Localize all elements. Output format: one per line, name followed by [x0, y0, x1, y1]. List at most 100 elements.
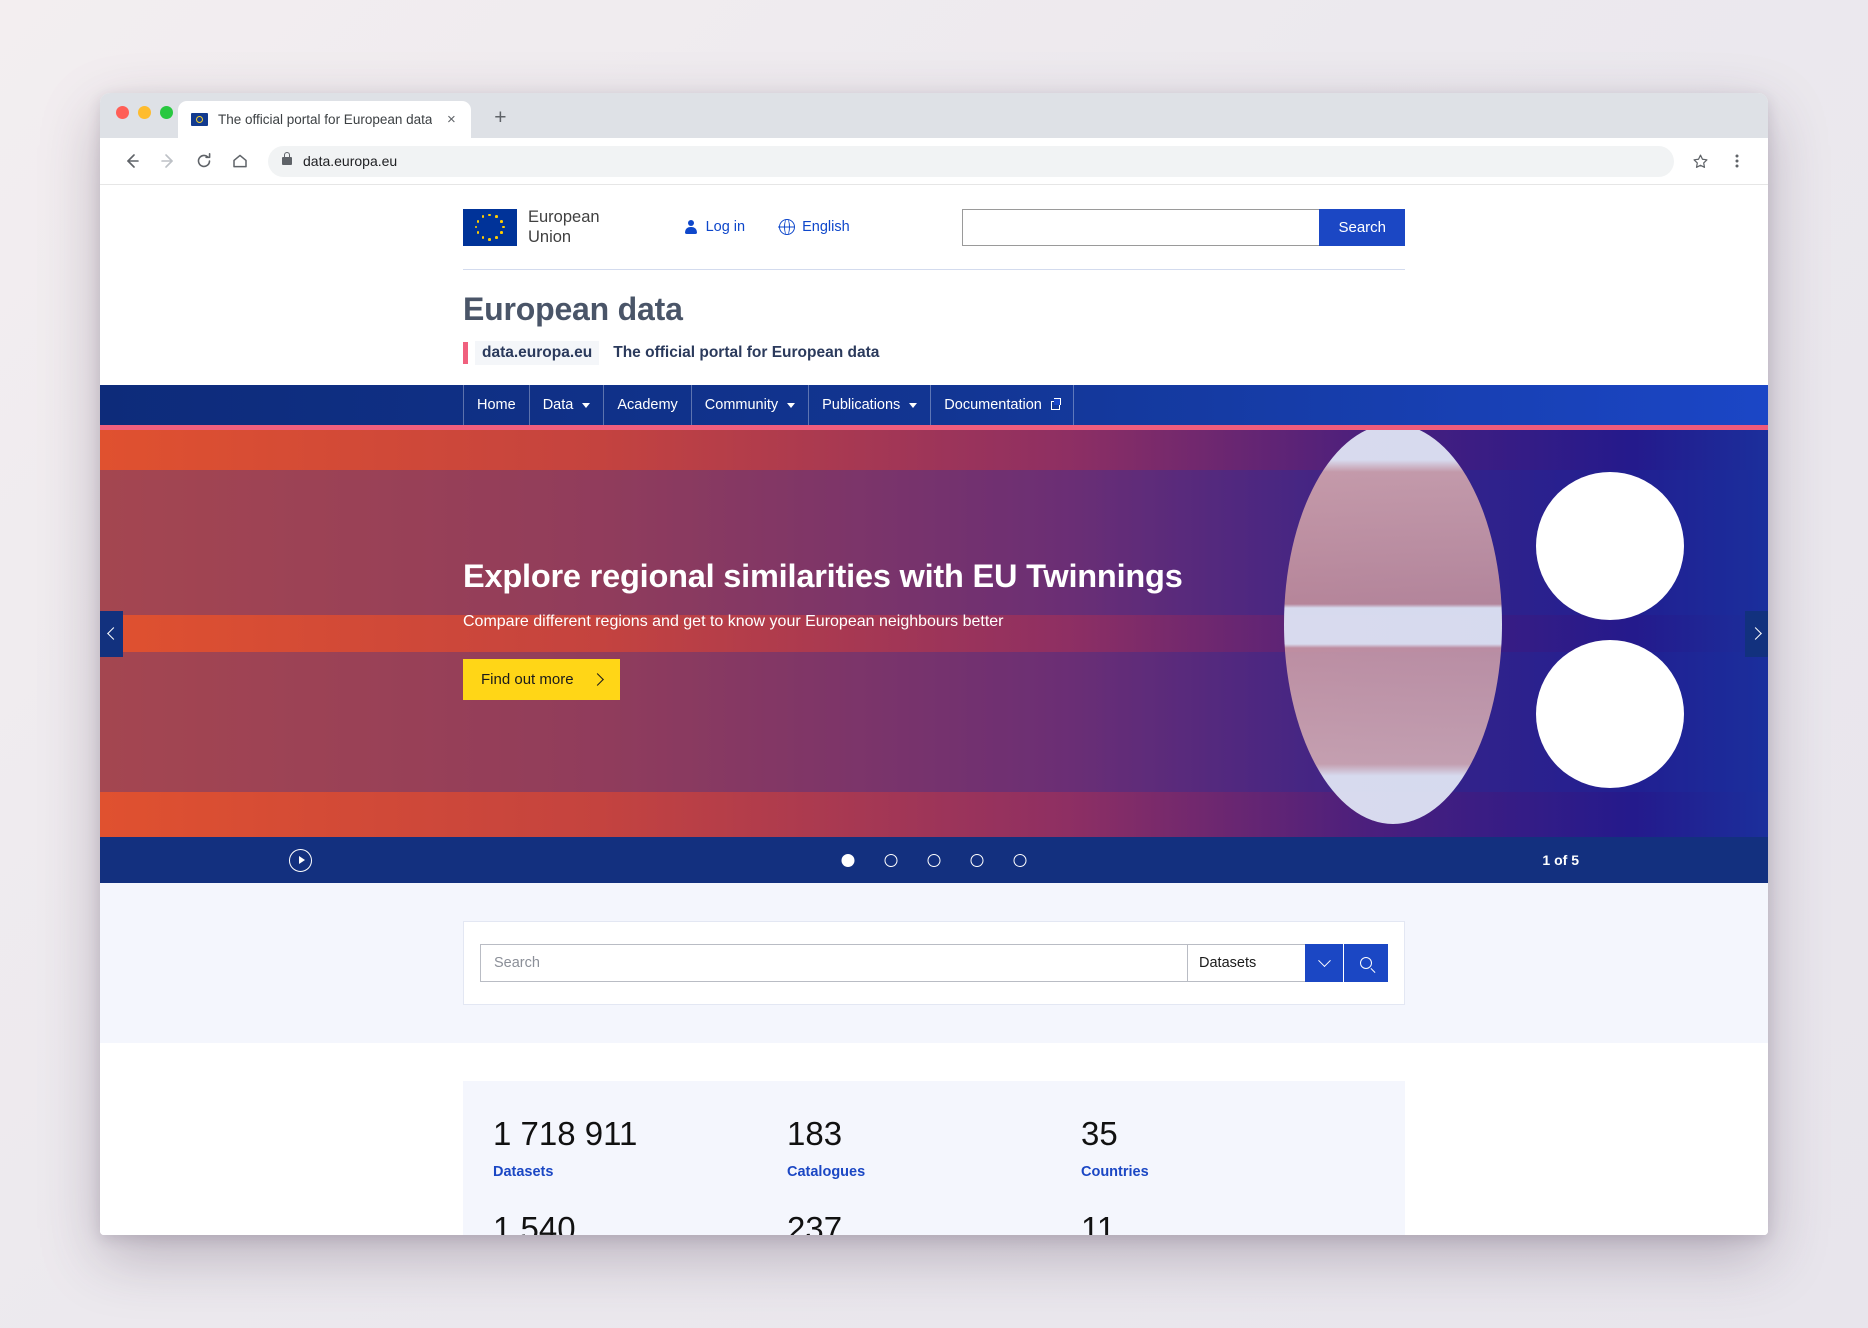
language-label: English: [802, 219, 850, 236]
new-tab-button[interactable]: +: [487, 105, 513, 131]
person-icon: [684, 219, 699, 235]
close-tab-icon[interactable]: ×: [442, 111, 460, 129]
minimize-window-button[interactable]: [138, 106, 151, 119]
language-selector[interactable]: English: [779, 219, 850, 236]
nav-label: Home: [477, 397, 516, 414]
stat-value: 35: [1081, 1115, 1118, 1153]
login-label: Log in: [705, 219, 746, 236]
stat-item-countries: 35 Countries: [1081, 1115, 1375, 1180]
carousel-dot-1[interactable]: [841, 853, 855, 867]
nav-item-community[interactable]: Community: [692, 385, 810, 426]
nav-label: Publications: [822, 397, 901, 414]
login-link[interactable]: Log in: [684, 219, 746, 236]
nav-item-home[interactable]: Home: [463, 385, 530, 426]
maximize-window-button[interactable]: [160, 106, 173, 119]
nav-item-documentation[interactable]: Documentation: [931, 385, 1074, 426]
stat-item-news-pieces: 1 540 News pieces: [493, 1210, 787, 1235]
eu-logo-text: European Union: [528, 208, 600, 247]
chevron-down-icon: [1317, 954, 1331, 967]
search-scope-value: Datasets: [1199, 955, 1257, 972]
stat-value: 1 540: [493, 1210, 576, 1235]
browser-window: The official portal for European data × …: [100, 93, 1768, 1235]
external-link-icon: [1050, 398, 1062, 410]
stat-value: 1 718 911: [493, 1115, 638, 1153]
chevron-right-icon: [590, 673, 604, 687]
nav-item-academy[interactable]: Academy: [604, 385, 692, 426]
search-scope-select[interactable]: Datasets: [1187, 944, 1305, 983]
statistics-section: 1 718 911 Datasets 183 Catalogues 35 Cou…: [100, 1043, 1768, 1235]
page-viewport: European Union Log in English Search Eur…: [100, 185, 1768, 1235]
hero-title: Explore regional similarities with EU Tw…: [463, 558, 1183, 595]
chevron-left-icon: [106, 627, 120, 641]
search-card: Datasets: [463, 921, 1405, 1006]
home-icon[interactable]: [224, 146, 255, 177]
stat-label[interactable]: Datasets: [493, 1164, 787, 1180]
chevron-down-icon: [909, 402, 918, 408]
hero-subtitle: Compare different regions and get to kno…: [463, 613, 1004, 631]
globe-icon: [779, 219, 796, 236]
stat-value: 11: [1081, 1210, 1116, 1235]
hero-content: Explore regional similarities with EU Tw…: [463, 558, 1405, 701]
carousel-slide-counter: 1 of 5: [1542, 852, 1579, 869]
chevron-right-icon: [1748, 627, 1762, 641]
carousel-dots: [841, 853, 1027, 867]
search-input[interactable]: [480, 944, 1187, 983]
nav-item-data[interactable]: Data: [530, 385, 605, 426]
carousel-dot-2[interactable]: [884, 853, 898, 867]
nav-label: Documentation: [944, 397, 1042, 414]
reload-icon[interactable]: [188, 146, 219, 177]
stat-label[interactable]: Countries: [1081, 1164, 1375, 1180]
carousel-play-button[interactable]: [289, 848, 312, 872]
stat-item-data-stories: 237 Data stories: [787, 1210, 1081, 1235]
statistics-card: 1 718 911 Datasets 183 Catalogues 35 Cou…: [463, 1081, 1405, 1235]
site-header: European Union Log in English Search Eur…: [100, 185, 1768, 386]
chevron-down-icon: [787, 402, 796, 408]
hero-circle-shape: [1536, 472, 1684, 621]
main-navigation: Home Data Academy Community Publications: [100, 385, 1768, 426]
find-out-more-button[interactable]: Find out more: [463, 659, 620, 701]
nav-label: Academy: [617, 397, 678, 414]
nav-label: Community: [704, 397, 779, 414]
browser-toolbar: data.europa.eu: [100, 138, 1768, 185]
stat-item-courses: 11 Courses: [1081, 1210, 1375, 1235]
forward-arrow-icon[interactable]: [152, 146, 183, 177]
eu-logo[interactable]: European Union: [463, 207, 600, 247]
search-icon: [1360, 957, 1372, 970]
cta-label: Find out more: [481, 671, 574, 689]
carousel-dot-3[interactable]: [927, 853, 941, 867]
back-arrow-icon[interactable]: [116, 146, 147, 177]
header-search: Search: [962, 208, 1405, 246]
header-search-button[interactable]: Search: [1319, 208, 1405, 246]
window-controls: [116, 106, 173, 119]
carousel-dot-5[interactable]: [1013, 853, 1027, 867]
nav-label: Data: [542, 397, 574, 414]
url-text: data.europa.eu: [303, 153, 398, 169]
carousel-controls: 1 of 5: [100, 837, 1768, 884]
brand-line: data.europa.eu The official portal for E…: [463, 341, 1405, 385]
brand-tagline: The official portal for European data: [613, 344, 880, 362]
browser-tab-strip: The official portal for European data × …: [100, 93, 1768, 138]
stat-item-datasets: 1 718 911 Datasets: [493, 1115, 787, 1180]
chevron-down-icon: [582, 402, 591, 408]
eu-flag-icon: [463, 208, 517, 246]
address-bar[interactable]: data.europa.eu: [268, 145, 1674, 177]
stat-label[interactable]: Catalogues: [787, 1164, 1081, 1180]
browser-tab[interactable]: The official portal for European data ×: [178, 101, 472, 138]
hero-carousel: Explore regional similarities with EU Tw…: [100, 425, 1768, 838]
close-window-button[interactable]: [116, 106, 129, 119]
search-submit-button[interactable]: [1344, 944, 1388, 983]
star-icon[interactable]: [1685, 146, 1716, 177]
search-scope-dropdown-button[interactable]: [1305, 944, 1344, 983]
carousel-prev-button[interactable]: [100, 610, 123, 657]
nav-item-publications[interactable]: Publications: [809, 385, 932, 426]
hero-circle-shape: [1536, 640, 1684, 789]
header-search-input[interactable]: [962, 208, 1320, 246]
stat-item-catalogues: 183 Catalogues: [787, 1115, 1081, 1180]
stat-value: 183: [787, 1115, 843, 1153]
carousel-next-button[interactable]: [1745, 610, 1768, 657]
search-section: Datasets: [100, 883, 1768, 1044]
brand-accent-bar: [463, 342, 468, 365]
three-dot-menu-icon[interactable]: [1721, 146, 1752, 177]
carousel-dot-4[interactable]: [970, 853, 984, 867]
lock-icon: [282, 152, 292, 165]
